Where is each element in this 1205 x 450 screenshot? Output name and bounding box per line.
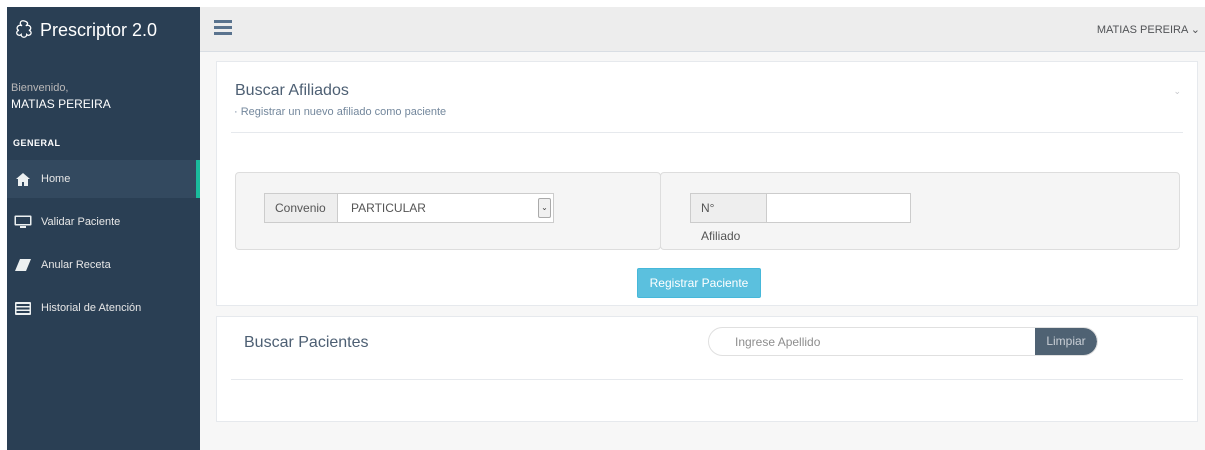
top-navbar: MATIAS PEREIRA ⌄ — [200, 7, 1205, 52]
panel-title: Buscar Afiliados — [235, 82, 349, 99]
afiliado-label: N° Afiliado — [690, 193, 767, 243]
divider — [231, 132, 1183, 133]
panel-subtitle: · Registrar un nuevo afiliado como pacie… — [234, 106, 447, 118]
sidebar-item-label: Validar Paciente — [41, 216, 121, 228]
panel-title: Buscar Pacientes — [244, 334, 369, 351]
afiliado-group: N° Afiliado — [660, 172, 1180, 250]
limpiar-button[interactable]: Limpiar — [1035, 328, 1097, 355]
sidebar-item-label: Historial de Atención — [41, 302, 142, 314]
buscar-pacientes-panel: Buscar Pacientes Limpiar — [216, 316, 1198, 422]
menu-section-title: GENERAL — [13, 138, 61, 148]
convenio-selected-value: PARTICULAR — [351, 201, 426, 215]
convenio-group: Convenio PARTICULAR ⌄ — [235, 172, 661, 250]
welcome-text: Bienvenido, — [11, 82, 69, 94]
sidebar-item-label: Home — [41, 173, 71, 185]
collapse-chevron-icon[interactable]: ⌄ — [1173, 86, 1181, 97]
monitor-icon — [13, 215, 33, 229]
sidebar-item-label: Anular Receta — [41, 259, 111, 271]
afiliado-number-input[interactable] — [766, 193, 911, 223]
eraser-icon — [13, 258, 33, 272]
sidebar-item-historial[interactable]: Historial de Atención — [7, 289, 200, 327]
search-group: Limpiar — [708, 327, 1098, 356]
app-frame: Prescriptor 2.0 Bienvenido, MATIAS PEREI… — [7, 7, 1205, 450]
logo-icon — [12, 18, 40, 43]
profile-name: MATIAS PEREIRA — [11, 97, 111, 111]
apellido-search-input[interactable] — [709, 328, 1036, 355]
buscar-afiliados-panel: Buscar Afiliados · Registrar un nuevo af… — [216, 61, 1198, 306]
user-name: MATIAS PEREIRA — [1096, 24, 1188, 36]
chevron-down-icon: ⌄ — [538, 198, 551, 218]
registrar-paciente-button[interactable]: Registrar Paciente — [637, 268, 761, 298]
sidebar: Prescriptor 2.0 Bienvenido, MATIAS PEREI… — [7, 7, 200, 450]
chevron-down-icon: ⌄ — [1190, 24, 1200, 36]
convenio-label: Convenio — [264, 193, 338, 223]
divider — [231, 379, 1183, 380]
sidebar-item-anular-receta[interactable]: Anular Receta — [7, 246, 200, 284]
profile: Bienvenido, MATIAS PEREIRA — [7, 53, 200, 112]
sidebar-item-validar-paciente[interactable]: Validar Paciente — [7, 203, 200, 241]
home-icon — [13, 172, 33, 186]
user-menu[interactable]: MATIAS PEREIRA ⌄ — [1097, 23, 1200, 36]
menu-toggle-icon[interactable] — [214, 20, 232, 38]
convenio-select[interactable]: PARTICULAR ⌄ — [337, 193, 554, 223]
brand[interactable]: Prescriptor 2.0 — [7, 7, 200, 53]
sidebar-item-home[interactable]: Home — [7, 160, 200, 198]
brand-title: Prescriptor 2.0 — [40, 19, 158, 40]
list-icon — [13, 301, 33, 315]
